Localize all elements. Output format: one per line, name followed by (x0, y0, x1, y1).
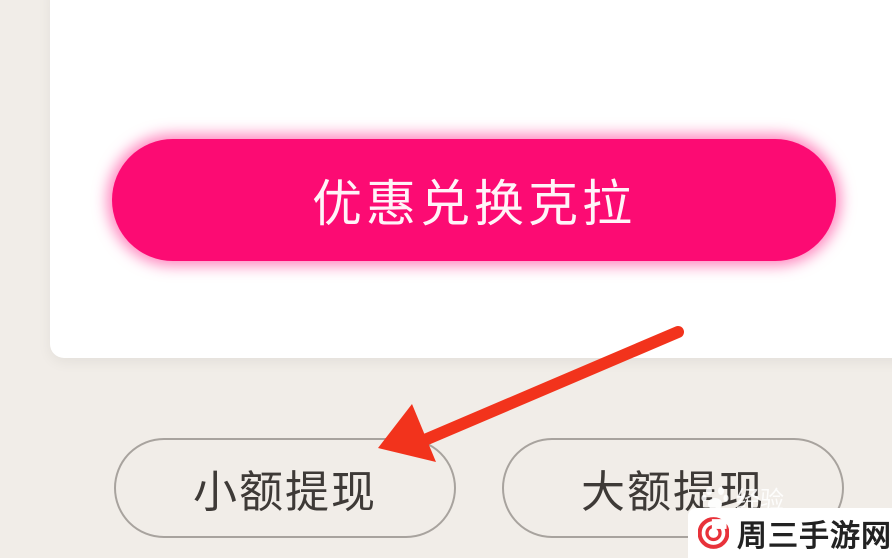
site-logo-icon (698, 517, 729, 549)
exchange-carat-button[interactable]: 优惠兑换克拉 (112, 139, 836, 261)
small-withdraw-button[interactable]: 小额提现 (114, 438, 456, 538)
site-watermark-badge: 周三手游网 (688, 508, 892, 558)
site-name: 周三手游网 (737, 519, 892, 554)
